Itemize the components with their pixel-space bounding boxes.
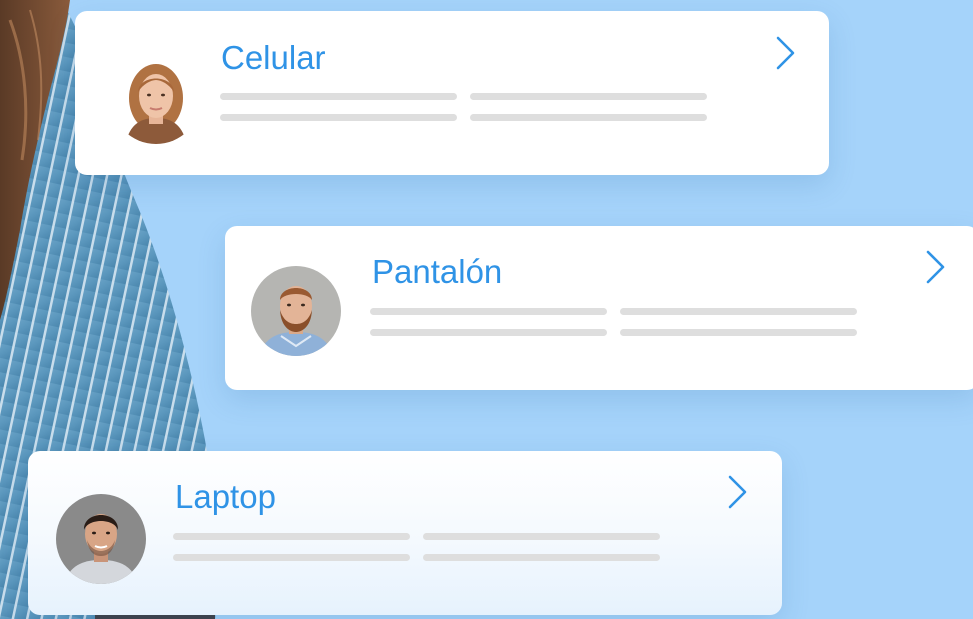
- card-title: Pantalón: [372, 253, 503, 290]
- product-card-celular[interactable]: Celular: [75, 11, 829, 175]
- placeholder-line: [620, 308, 857, 315]
- bearded-man-portrait: [251, 266, 341, 356]
- placeholder-line: [423, 554, 660, 561]
- avatar: [111, 54, 201, 144]
- product-card-pantalon[interactable]: Pantalón: [225, 226, 973, 390]
- card-title: Laptop: [175, 478, 276, 515]
- product-card-laptop[interactable]: Laptop: [28, 451, 782, 615]
- chevron-right-icon[interactable]: [923, 247, 949, 287]
- placeholder-line: [220, 93, 457, 100]
- placeholder-line: [173, 554, 410, 561]
- chevron-right-icon[interactable]: [773, 33, 799, 73]
- placeholder-line: [470, 93, 707, 100]
- avatar: [251, 266, 341, 356]
- card-title: Celular: [221, 39, 326, 76]
- placeholder-line: [470, 114, 707, 121]
- placeholder-line: [423, 533, 660, 540]
- placeholder-line: [370, 329, 607, 336]
- placeholder-line: [370, 308, 607, 315]
- avatar: [56, 494, 146, 584]
- woman-portrait: [111, 54, 201, 144]
- chevron-right-icon[interactable]: [725, 472, 751, 512]
- placeholder-line: [220, 114, 457, 121]
- placeholder-line: [173, 533, 410, 540]
- placeholder-line: [620, 329, 857, 336]
- young-man-portrait: [56, 494, 146, 584]
